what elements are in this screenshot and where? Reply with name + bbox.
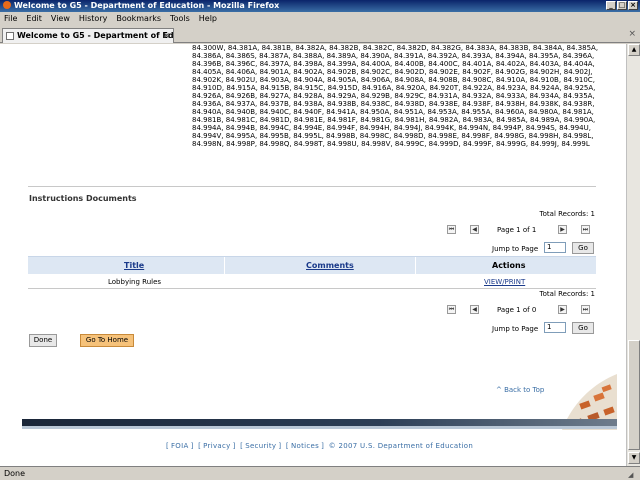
last-page-icon[interactable]: ⏭: [581, 225, 590, 234]
footer-band: [22, 419, 617, 426]
foia-link[interactable]: FOIA: [171, 442, 189, 450]
go-button[interactable]: Go: [572, 242, 594, 254]
jump-page-input[interactable]: 1: [544, 242, 566, 253]
total-records-bottom: Total Records: 1: [539, 290, 595, 298]
cfda-number-list: 84.300W, 84.381A, 84.381B, 84.382A, 84.3…: [192, 44, 599, 148]
security-link[interactable]: Security: [245, 442, 276, 450]
window-title: Welcome to G5 - Department of Education …: [14, 1, 280, 10]
scroll-thumb[interactable]: [628, 340, 640, 450]
prev-page-icon[interactable]: ◀: [470, 225, 479, 234]
instructions-section-title: Instructions Documents: [29, 194, 137, 203]
documents-table-header: Title Comments Actions: [28, 256, 596, 275]
section-divider: [28, 186, 596, 187]
page-icon: [6, 32, 14, 40]
footer-links: [FOIA] [Privacy] [Security] [Notices] © …: [165, 442, 474, 450]
total-records-top: Total Records: 1: [539, 210, 595, 218]
pager-top: ⏮ ◀ Page 1 of 1 ▶ ⏭: [447, 225, 592, 237]
row-divider: [28, 288, 596, 289]
tab-g5-welcome[interactable]: Welcome to G5 - Department of Educ... ×: [2, 28, 174, 43]
vertical-scrollbar[interactable]: ▲ ▼: [626, 44, 640, 466]
minimize-button[interactable]: _: [606, 1, 616, 10]
menu-tools[interactable]: Tools: [170, 13, 190, 25]
prev-page-icon[interactable]: ◀: [470, 305, 479, 314]
jump-label: Jump to Page: [492, 245, 539, 253]
next-page-icon[interactable]: ▶: [558, 225, 567, 234]
column-separator: [224, 257, 225, 275]
go-to-home-button[interactable]: Go To Home: [80, 334, 134, 347]
menu-bookmarks[interactable]: Bookmarks: [116, 13, 161, 25]
window-controls: _ □ ×: [606, 1, 638, 10]
scroll-up-icon[interactable]: ▲: [628, 44, 640, 56]
page-indicator: Page 1 of 0: [497, 306, 537, 314]
close-window-button[interactable]: ×: [628, 1, 638, 10]
first-page-icon[interactable]: ⏮: [447, 225, 456, 234]
menu-help[interactable]: Help: [199, 13, 217, 25]
tab-close-icon[interactable]: ×: [163, 29, 170, 42]
menu-history[interactable]: History: [79, 13, 107, 25]
menu-edit[interactable]: Edit: [26, 13, 42, 25]
menu-bar: File Edit View History Bookmarks Tools H…: [0, 13, 640, 25]
scroll-down-icon[interactable]: ▼: [628, 452, 640, 464]
window-titlebar: Welcome to G5 - Department of Education …: [0, 0, 640, 12]
status-text: Done: [4, 469, 26, 478]
done-button[interactable]: Done: [29, 334, 57, 347]
privacy-link[interactable]: Privacy: [203, 442, 230, 450]
document-title: Lobbying Rules: [108, 278, 162, 286]
go-button[interactable]: Go: [572, 322, 594, 334]
column-comments[interactable]: Comments: [306, 261, 354, 270]
tab-label: Welcome to G5 - Department of Educ...: [17, 31, 174, 40]
jump-to-page-bottom: Jump to Page 1 Go: [492, 322, 597, 336]
tab-bar: Welcome to G5 - Department of Educ... ×: [0, 27, 640, 43]
menu-file[interactable]: File: [4, 13, 17, 25]
view-print-link[interactable]: VIEW/PRINT: [484, 278, 525, 286]
page-viewport: 84.300W, 84.381A, 84.381B, 84.382A, 84.3…: [0, 44, 640, 466]
jump-page-input[interactable]: 1: [544, 322, 566, 333]
column-title[interactable]: Title: [124, 261, 144, 270]
resize-grip-icon[interactable]: ◢: [628, 469, 638, 479]
next-page-icon[interactable]: ▶: [558, 305, 567, 314]
notices-link[interactable]: Notices: [291, 442, 319, 450]
firefox-icon: [3, 0, 11, 9]
footer-band-light: [22, 426, 617, 429]
column-separator: [415, 257, 416, 275]
back-to-top-link[interactable]: ^ Back to Top: [496, 386, 544, 394]
column-actions: Actions: [492, 261, 526, 270]
last-page-icon[interactable]: ⏭: [581, 305, 590, 314]
pager-bottom: ⏮ ◀ Page 1 of 0 ▶ ⏭: [447, 305, 592, 317]
first-page-icon[interactable]: ⏮: [447, 305, 456, 314]
status-bar: Done ◢: [0, 466, 640, 480]
page-indicator: Page 1 of 1: [497, 226, 537, 234]
copyright-text: © 2007 U.S. Department of Education: [328, 442, 474, 450]
jump-to-page-top: Jump to Page 1 Go: [492, 242, 597, 256]
g5-page: 84.300W, 84.381A, 84.381B, 84.382A, 84.3…: [22, 44, 617, 466]
menu-view[interactable]: View: [51, 13, 70, 25]
jump-label: Jump to Page: [492, 325, 539, 333]
maximize-button[interactable]: □: [617, 1, 627, 10]
close-tab-icon[interactable]: ×: [628, 29, 636, 39]
